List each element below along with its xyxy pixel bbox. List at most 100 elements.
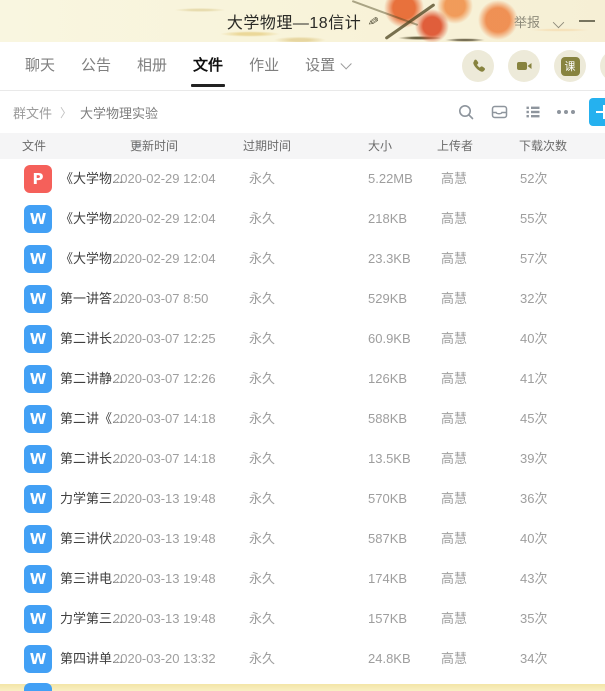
more-icon[interactable] [557, 110, 575, 114]
file-downloads: 35次 [520, 611, 548, 626]
file-updated: 2020-03-07 8:50 [113, 291, 209, 306]
file-uploader: 高慧 [441, 491, 468, 506]
file-size: 174KB [368, 571, 408, 586]
file-downloads: 43次 [520, 571, 548, 586]
file-updated: 2020-03-13 19:48 [113, 611, 216, 626]
report-link[interactable]: 举报 [514, 12, 540, 31]
chevron-down-icon[interactable] [554, 16, 565, 27]
file-size: 126KB [368, 371, 408, 386]
titlebar: 大学物理—18信计 ✎ 举报 [0, 0, 605, 42]
file-updated: 2020-03-13 19:48 [113, 531, 216, 546]
file-expires: 永久 [249, 291, 276, 306]
table-row[interactable]: P 《大学物... 2020-02-29 12:04 永久 5.22MB 高慧 52次 [0, 159, 605, 199]
file-table-body: P 《大学物... 2020-02-29 12:04 永久 5.22MB 高慧 52次 W 《大… [0, 159, 605, 679]
file-downloads: 40次 [520, 531, 548, 546]
file-type-icon: W [24, 365, 52, 393]
file-uploader: 高慧 [441, 211, 468, 226]
file-size: 157KB [368, 611, 408, 626]
file-expires: 永久 [249, 491, 276, 506]
file-type-icon: W [24, 485, 52, 513]
file-expires: 永久 [249, 211, 276, 226]
breadcrumb-current: 大学物理实验 [80, 105, 159, 121]
file-size: 570KB [368, 491, 408, 506]
upload-button[interactable] [589, 98, 605, 126]
file-expires: 永久 [249, 251, 276, 266]
tab-settings[interactable]: 设置 [292, 42, 361, 91]
table-row[interactable]: W 《大学物... 2020-02-29 12:04 永久 23.3KB 高慧 57次 [0, 239, 605, 279]
file-size: 588KB [368, 411, 408, 426]
list-view-icon[interactable] [524, 103, 542, 121]
tab-files[interactable]: 文件 [180, 42, 236, 91]
minimize-button[interactable] [579, 20, 595, 22]
file-uploader: 高慧 [441, 611, 468, 626]
file-uploader: 高慧 [441, 531, 468, 546]
file-downloads: 57次 [520, 251, 548, 266]
tab-homework[interactable]: 作业 [236, 42, 292, 91]
table-row[interactable]: W 第一讲答... 2020-03-07 8:50 永久 529KB 高慧 32次 [0, 279, 605, 319]
file-updated: 2020-03-20 13:32 [113, 651, 216, 666]
file-type-icon: W [24, 405, 52, 433]
tab-album[interactable]: 相册 [124, 42, 180, 91]
chevron-down-icon [340, 57, 352, 70]
file-updated: 2020-03-07 12:26 [113, 371, 216, 386]
col-downloads[interactable]: 下载次数 [519, 133, 567, 159]
breadcrumb-root[interactable]: 群文件 [13, 103, 52, 122]
file-updated: 2020-03-13 19:48 [113, 571, 216, 586]
table-row[interactable]: W 第二讲静... 2020-03-07 12:26 永久 126KB 高慧 41次 [0, 359, 605, 399]
class-button[interactable]: 课 [554, 50, 586, 82]
file-downloads: 55次 [520, 211, 548, 226]
file-downloads: 32次 [520, 291, 548, 306]
video-call-button[interactable] [508, 50, 540, 82]
file-expires: 永久 [249, 571, 276, 586]
file-expires: 永久 [249, 371, 276, 386]
breadcrumb-toolbar-row: 群文件 〉 大学物理实验 [0, 91, 605, 133]
file-size: 60.9KB [368, 331, 411, 346]
table-row[interactable]: W 第三讲伏... 2020-03-13 19:48 永久 587KB 高慧 40次 [0, 519, 605, 559]
table-row[interactable]: W 《大学物... 2020-02-29 12:04 永久 218KB 高慧 55次 [0, 199, 605, 239]
chat-bubble-button[interactable] [600, 50, 605, 82]
table-row[interactable]: W 力学第三... 2020-03-13 19:48 永久 157KB 高慧 35次 [0, 599, 605, 639]
file-type-icon: W [24, 325, 52, 353]
file-uploader: 高慧 [441, 331, 468, 346]
video-call-icon [517, 62, 532, 70]
file-type-icon: W [24, 245, 52, 273]
table-row[interactable]: W 力学第三... 2020-03-13 19:48 永久 570KB 高慧 36次 [0, 479, 605, 519]
col-file[interactable]: 文件 [22, 133, 46, 159]
table-row[interactable]: W 第三讲电... 2020-03-13 19:48 永久 174KB 高慧 43次 [0, 559, 605, 599]
file-updated: 2020-02-29 12:04 [113, 211, 216, 226]
tab-chat[interactable]: 聊天 [12, 42, 68, 91]
col-size[interactable]: 大小 [368, 133, 392, 159]
edit-title-icon[interactable]: ✎ [364, 14, 382, 27]
table-row[interactable]: W 第二讲《... 2020-03-07 14:18 永久 588KB 高慧 45次 [0, 399, 605, 439]
file-type-icon: W [24, 645, 52, 673]
bottom-edge-bar [0, 684, 605, 691]
table-row[interactable]: W 第二讲长... 2020-03-07 14:18 永久 13.5KB 高慧 39次 [0, 439, 605, 479]
search-icon[interactable] [457, 103, 475, 121]
file-uploader: 高慧 [441, 291, 468, 306]
file-size: 24.8KB [368, 651, 411, 666]
file-expires: 永久 [249, 331, 276, 346]
file-type-icon: W [24, 205, 52, 233]
col-expires[interactable]: 过期时间 [243, 133, 291, 159]
file-type-icon: W [24, 285, 52, 313]
col-uploader[interactable]: 上传者 [437, 133, 473, 159]
col-updated[interactable]: 更新时间 [130, 133, 178, 159]
group-title: 大学物理—18信计 [226, 15, 362, 32]
file-expires: 永久 [249, 611, 276, 626]
file-expires: 永久 [249, 651, 276, 666]
tab-announcements[interactable]: 公告 [68, 42, 124, 91]
file-expires: 永久 [249, 451, 276, 466]
inbox-icon[interactable] [490, 103, 509, 121]
table-row[interactable]: W 第四讲单... 2020-03-20 13:32 永久 24.8KB 高慧 34次 [0, 639, 605, 679]
file-uploader: 高慧 [441, 251, 468, 266]
file-uploader: 高慧 [441, 411, 468, 426]
file-type-icon: W [24, 605, 52, 633]
file-table-header: 文件 更新时间 过期时间 大小 上传者 下载次数 [0, 133, 605, 159]
voice-call-button[interactable] [462, 50, 494, 82]
file-updated: 2020-02-29 12:04 [113, 251, 216, 266]
file-type-icon: P [24, 165, 52, 193]
file-updated: 2020-02-29 12:04 [113, 171, 216, 186]
file-expires: 永久 [249, 411, 276, 426]
table-row[interactable]: W 第二讲长... 2020-03-07 12:25 永久 60.9KB 高慧 40次 [0, 319, 605, 359]
tabs: 聊天 公告 相册 文件 作业 设置 [0, 42, 361, 91]
